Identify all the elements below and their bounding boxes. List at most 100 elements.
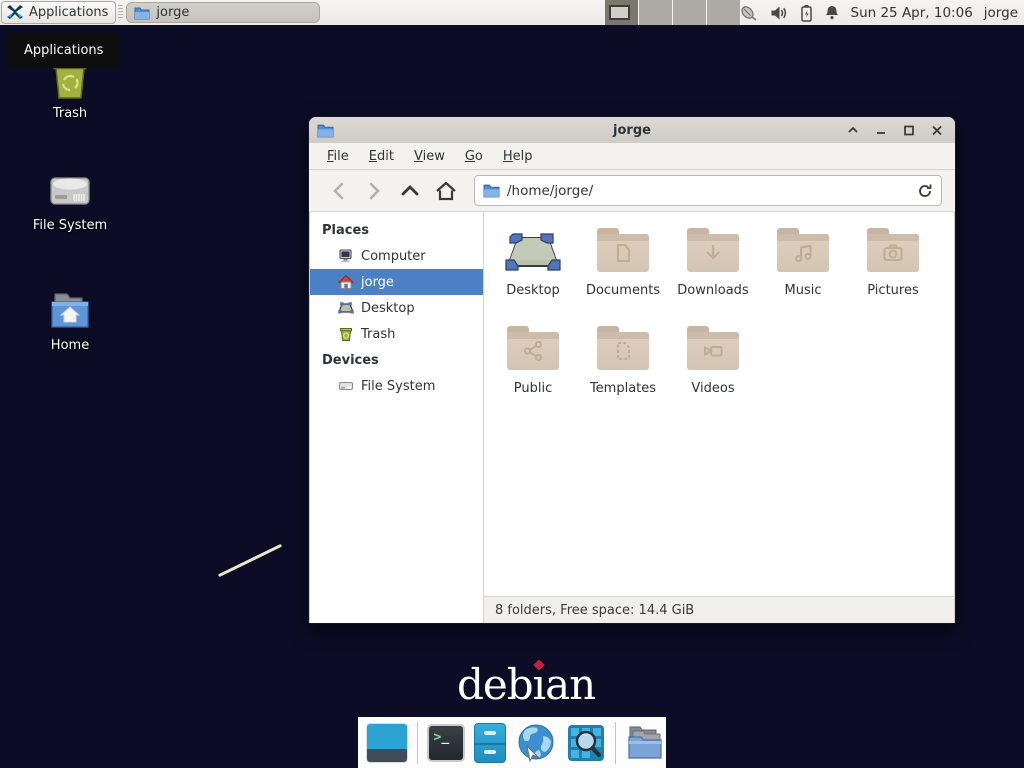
desktop-icon-label: Trash — [10, 106, 130, 121]
sidebar-item-trash[interactable]: Trash — [310, 321, 483, 347]
file-item-pictures[interactable]: Pictures — [850, 226, 936, 324]
workspace-4[interactable] — [707, 0, 741, 25]
taskbar-window-label: jorge — [156, 5, 189, 20]
home-icon — [338, 274, 354, 290]
panel-clock[interactable]: Sun 25 Apr, 10:06 — [851, 5, 973, 21]
forward-button[interactable] — [358, 176, 390, 206]
folder-music-icon — [776, 226, 830, 274]
show-desktop-icon[interactable] — [366, 723, 408, 763]
reload-icon[interactable] — [917, 183, 933, 199]
menu-go[interactable]: Go — [455, 145, 493, 168]
file-label: Documents — [586, 283, 660, 298]
pointer-stroke — [218, 544, 282, 577]
desktop-icon-home[interactable]: Home — [10, 288, 130, 353]
logo-text: an — [545, 660, 595, 709]
sidebar-label: Trash — [361, 327, 395, 342]
file-system-folders-icon[interactable] — [624, 723, 666, 763]
file-item-videos[interactable]: Videos — [670, 324, 756, 422]
path-folder-icon — [483, 183, 500, 198]
workspace-switcher[interactable] — [605, 0, 741, 25]
dock-separator — [417, 722, 418, 764]
maximize-button[interactable] — [899, 120, 919, 140]
terminal-icon[interactable]: >_ — [427, 724, 465, 762]
window-titlebar[interactable]: jorge — [309, 117, 955, 143]
folder-videos-icon — [686, 324, 740, 372]
sidebar-label: jorge — [361, 275, 394, 290]
file-item-public[interactable]: Public — [490, 324, 576, 422]
workspace-window-thumb — [609, 5, 630, 20]
file-label: Videos — [691, 381, 734, 396]
menu-file[interactable]: File — [317, 145, 359, 168]
devices-header: Devices — [310, 347, 483, 373]
sidebar-item-computer[interactable]: Computer — [310, 243, 483, 269]
home-folder-icon — [10, 288, 130, 334]
file-cabinet-icon[interactable] — [474, 723, 506, 763]
file-label: Templates — [590, 381, 656, 396]
menu-help[interactable]: Help — [493, 145, 543, 168]
folder-templates-icon — [596, 324, 650, 372]
folder-documents-icon — [596, 226, 650, 274]
sidebar-item-desktop[interactable]: Desktop — [310, 295, 483, 321]
up-button[interactable] — [394, 176, 426, 206]
battery-icon[interactable] — [800, 4, 813, 22]
debian-logo: debıan — [457, 660, 595, 709]
sidebar-item-home-selected[interactable]: jorge — [310, 269, 483, 295]
sidebar-item-filesystem[interactable]: File System — [310, 373, 483, 399]
path-text[interactable]: /home/jorge/ — [507, 183, 910, 199]
places-header: Places — [310, 217, 483, 243]
dock-separator — [615, 722, 616, 764]
shade-button[interactable] — [843, 120, 863, 140]
folder-pictures-icon — [866, 226, 920, 274]
hard-drive-icon — [10, 168, 130, 214]
taskbar-window-button[interactable]: jorge — [126, 2, 320, 23]
panel-username[interactable]: jorge — [984, 5, 1018, 21]
menu-view[interactable]: View — [404, 145, 455, 168]
file-item-downloads[interactable]: Downloads — [670, 226, 756, 324]
folder-public-icon — [506, 324, 560, 372]
sidebar-label: Desktop — [361, 301, 415, 316]
workspace-1-active[interactable] — [605, 0, 639, 25]
file-item-templates[interactable]: Templates — [580, 324, 666, 422]
home-button[interactable] — [430, 176, 462, 206]
panel-grip[interactable] — [118, 5, 123, 20]
top-panel: Applications jorge — [0, 0, 1024, 25]
file-item-desktop[interactable]: Desktop — [490, 226, 576, 324]
folder-downloads-icon — [686, 226, 740, 274]
desktop-icon-label: Home — [10, 338, 130, 353]
toolbar: /home/jorge/ — [309, 170, 955, 212]
location-bar[interactable]: /home/jorge/ — [474, 175, 942, 206]
minimize-button[interactable] — [871, 120, 891, 140]
system-tray: Sun 25 Apr, 10:06 jorge — [739, 0, 1019, 25]
applications-menu-label: Applications — [29, 5, 108, 20]
computer-icon — [338, 248, 354, 264]
trash-icon — [338, 326, 354, 342]
desktop-special-icon — [504, 226, 562, 274]
desktop-icon-filesystem[interactable]: File System — [10, 168, 130, 233]
applications-tooltip: Applications — [8, 33, 119, 68]
file-icon-view: Desktop Documents — [484, 212, 954, 596]
places-sidebar: Places Computer — [310, 212, 484, 623]
close-button[interactable] — [927, 120, 947, 140]
volume-icon[interactable] — [770, 5, 789, 21]
file-item-music[interactable]: Music — [760, 226, 846, 324]
back-button[interactable] — [322, 176, 354, 206]
workspace-2[interactable] — [639, 0, 673, 25]
web-browser-icon[interactable] — [515, 722, 557, 764]
applications-menu-button[interactable]: Applications — [1, 1, 116, 24]
file-manager-window: jorge File Edit View Go Help — [308, 116, 956, 624]
workspace-3[interactable] — [673, 0, 707, 25]
mouse-device-icon[interactable] — [739, 4, 759, 22]
file-item-documents[interactable]: Documents — [580, 226, 666, 324]
folder-icon — [134, 6, 150, 20]
app-finder-icon[interactable] — [566, 723, 606, 763]
logo-text: deb — [457, 660, 533, 709]
desktop-icon-label: File System — [10, 218, 130, 233]
file-label: Music — [785, 283, 822, 298]
sidebar-label: File System — [361, 379, 435, 394]
notification-bell-icon[interactable] — [824, 4, 840, 21]
menubar: File Edit View Go Help — [309, 143, 955, 170]
desktop-icon — [338, 300, 354, 316]
menu-edit[interactable]: Edit — [359, 145, 404, 168]
file-label: Desktop — [506, 283, 560, 298]
sidebar-label: Computer — [361, 249, 426, 264]
